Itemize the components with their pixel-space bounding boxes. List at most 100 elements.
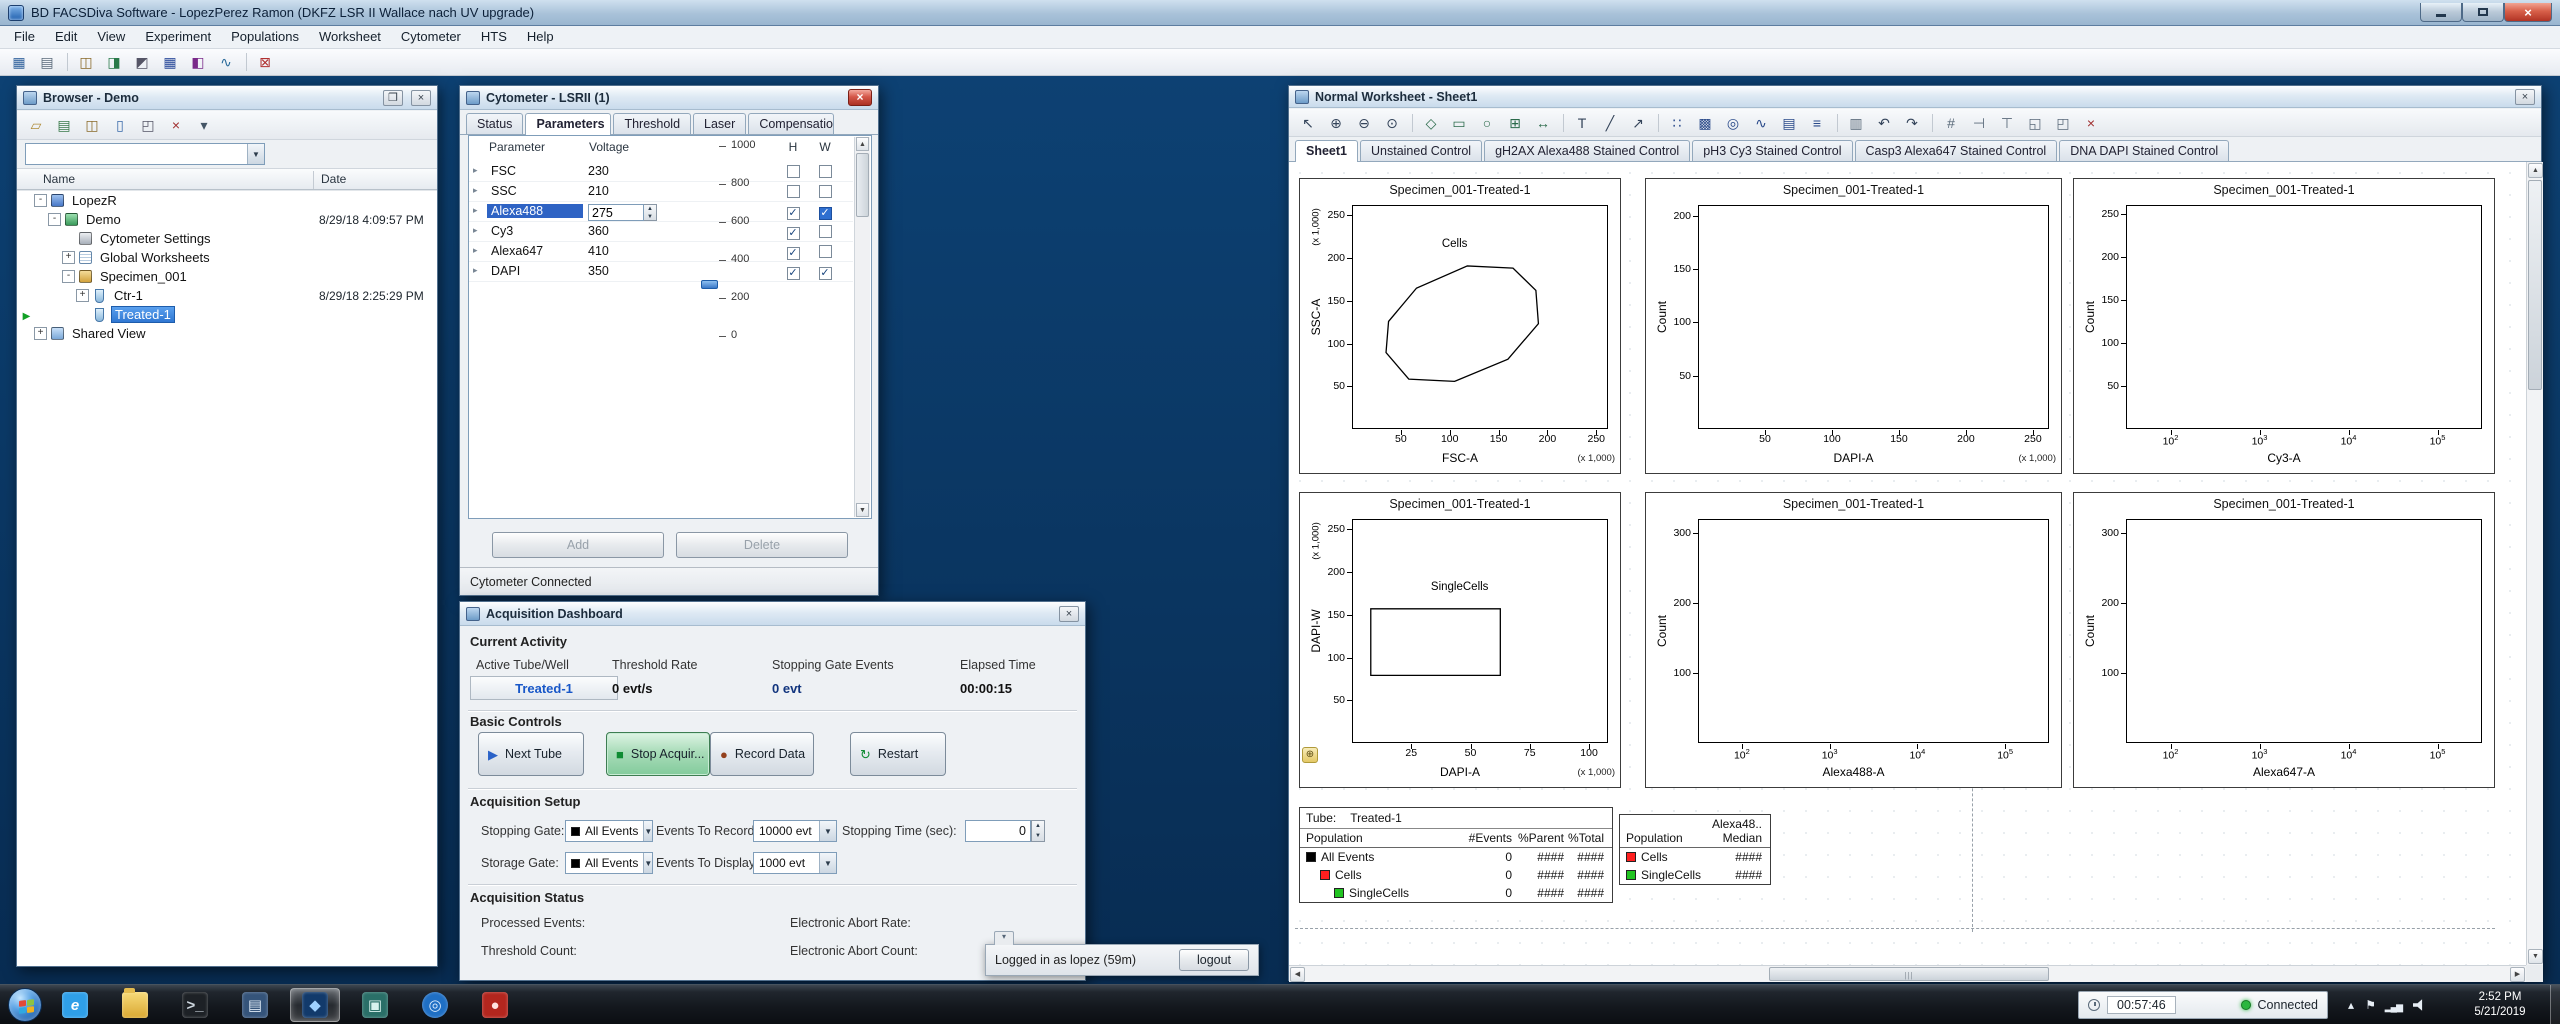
taskbar-network-globe-icon[interactable]: ◎ xyxy=(410,988,460,1022)
voltage-slider-thumb[interactable] xyxy=(701,279,718,289)
taskbar-explorer-folder-icon[interactable] xyxy=(110,988,160,1022)
grid-icon[interactable]: # xyxy=(1938,111,1964,134)
density-plot-icon[interactable]: ▩ xyxy=(1692,111,1718,134)
tree-expander-icon[interactable]: - xyxy=(48,213,61,226)
axis-zoom-icon[interactable]: ⊕ xyxy=(1302,747,1318,763)
arrow-tool-icon[interactable]: ↗ xyxy=(1625,111,1651,134)
voltage-value[interactable]: 230 xyxy=(583,164,693,178)
voltage-value[interactable]: 350 xyxy=(583,264,693,278)
scroll-up-icon[interactable]: ▲ xyxy=(2528,163,2543,178)
quadrant-gate-icon[interactable]: ⊞ xyxy=(1502,111,1528,134)
scrollbar-thumb[interactable] xyxy=(856,153,869,217)
browser-filter-combobox[interactable]: ▼ xyxy=(25,143,265,165)
chevron-down-icon[interactable]: ▼ xyxy=(643,853,653,873)
scrollbar-thumb[interactable] xyxy=(2528,180,2542,390)
scroll-up-icon[interactable]: ▲ xyxy=(856,137,869,151)
menu-experiment[interactable]: Experiment xyxy=(135,26,221,48)
column-header-name[interactable]: Name xyxy=(43,172,75,186)
browser-float-button[interactable]: ❐ xyxy=(383,89,403,106)
delete-object-icon[interactable]: × xyxy=(2078,111,2104,134)
height-checkbox[interactable]: ✓ xyxy=(786,267,800,280)
tree-expander-icon[interactable]: + xyxy=(76,289,89,302)
new-folder-icon[interactable]: ▱ xyxy=(23,114,49,137)
worksheet-vertical-scrollbar[interactable]: ▲ ▼ xyxy=(2526,162,2543,965)
cytometer-titlebar[interactable]: Cytometer - LSRII (1) × xyxy=(460,86,878,110)
new-tube-icon[interactable]: ▯ xyxy=(107,114,133,137)
worksheet-tab-sheet1[interactable]: Sheet1 xyxy=(1295,140,1358,162)
align-left-icon[interactable]: ⊣ xyxy=(1966,111,1992,134)
tree-expander-icon[interactable]: - xyxy=(62,270,75,283)
dashboard-close-button[interactable]: × xyxy=(1059,605,1079,622)
taskbar-internet-explorer-icon[interactable]: e xyxy=(50,988,100,1022)
stopping-time-input[interactable]: 0 xyxy=(965,820,1031,842)
dot-plot-icon[interactable]: ∷ xyxy=(1664,111,1690,134)
parameter-name[interactable]: Alexa488 xyxy=(487,204,583,218)
dashboard-titlebar[interactable]: Acquisition Dashboard × xyxy=(460,602,1085,626)
cytometer-tab-laser[interactable]: Laser xyxy=(693,113,747,134)
zoom-reset-icon[interactable]: ⊙ xyxy=(1379,111,1405,134)
tree-item-cytometer-settings[interactable]: Cytometer Settings xyxy=(17,229,437,248)
tree-item-global-worksheets[interactable]: + Global Worksheets xyxy=(17,248,437,267)
maximize-button[interactable] xyxy=(2462,3,2504,22)
acquisition-dashboard-icon[interactable]: ◧ xyxy=(185,51,211,74)
chevron-down-icon[interactable]: ▼ xyxy=(643,821,653,841)
tree-item-demo[interactable]: - Demo 8/29/18 4:09:57 PM xyxy=(17,210,437,229)
menu-file[interactable]: File xyxy=(4,26,45,48)
delete-icon[interactable]: × xyxy=(163,114,189,137)
taskbar-red-app-icon[interactable]: ● xyxy=(470,988,520,1022)
height-checkbox[interactable]: ✓ xyxy=(786,207,800,220)
width-checkbox[interactable] xyxy=(818,225,832,238)
start-button[interactable] xyxy=(8,988,42,1022)
scroll-left-icon[interactable]: ◀ xyxy=(1290,967,1305,982)
parameter-row-fsc[interactable]: ▸ FSC 230 xyxy=(469,162,853,182)
network-icon[interactable]: ▂▄▆ xyxy=(2385,999,2403,1015)
close-button[interactable]: × xyxy=(2504,3,2552,22)
menu-worksheet[interactable]: Worksheet xyxy=(309,26,391,48)
width-checkbox[interactable]: ✓ xyxy=(818,207,832,220)
worksheet-close-button[interactable]: × xyxy=(2515,88,2535,105)
column-header-date[interactable]: Date xyxy=(321,172,346,186)
taskbar-console-app-icon[interactable]: >_ xyxy=(170,988,220,1022)
polygon-gate-icon[interactable]: ◇ xyxy=(1418,111,1444,134)
voltage-value[interactable]: 360 xyxy=(583,224,693,238)
scroll-down-icon[interactable]: ▼ xyxy=(2528,949,2543,964)
ellipse-gate-icon[interactable]: ○ xyxy=(1474,111,1500,134)
events-to-record-select[interactable]: 10000 evt ▼ xyxy=(753,820,837,842)
median-statistics-table[interactable]: Alexa48.. Population Median Cells #### Single… xyxy=(1619,814,1771,885)
plot-2-dapi-a[interactable]: Specimen_001-Treated-1 50 100 150 200 50 100 15… xyxy=(1645,178,2062,474)
biexponential-editor-icon[interactable]: ∿ xyxy=(213,51,239,74)
align-top-icon[interactable]: ⊤ xyxy=(1994,111,2020,134)
hts-close-icon[interactable]: ⊠ xyxy=(252,51,278,74)
population-hierarchy-icon[interactable]: ≡ xyxy=(1804,111,1830,134)
zoom-in-icon[interactable]: ⊕ xyxy=(1323,111,1349,134)
tree-expander-icon[interactable]: + xyxy=(62,251,75,264)
plot-4-dapi-a[interactable]: Specimen_001-Treated-1 SingleCells 50 100 15… xyxy=(1299,492,1621,788)
parameter-row-cy3[interactable]: ▸ Cy3 360 ✓ xyxy=(469,222,853,242)
print-icon[interactable]: ▤ xyxy=(34,51,60,74)
menu-cytometer[interactable]: Cytometer xyxy=(391,26,471,48)
send-to-back-icon[interactable]: ◰ xyxy=(2050,111,2076,134)
parameter-name[interactable]: FSC xyxy=(487,164,583,178)
chevron-down-icon[interactable]: ▼ xyxy=(819,853,836,873)
menu-view[interactable]: View xyxy=(87,26,135,48)
taskbar-facsdiva-app-icon[interactable]: ◆ xyxy=(290,988,340,1022)
voltage-value[interactable]: 410 xyxy=(583,244,693,258)
worksheet-tab-ph3-cy3-stained-control[interactable]: pH3 Cy3 Stained Control xyxy=(1692,140,1853,161)
height-checkbox[interactable] xyxy=(786,185,800,198)
menu-hts[interactable]: HTS xyxy=(471,26,517,48)
worksheet-icon[interactable]: ▦ xyxy=(157,51,183,74)
menu-populations[interactable]: Populations xyxy=(221,26,309,48)
browser-icon[interactable]: ◫ xyxy=(73,51,99,74)
line-tool-icon[interactable]: ╱ xyxy=(1597,111,1623,134)
plot-frame[interactable] xyxy=(1698,519,2049,743)
taskbar-clock[interactable]: 2:52 PM 5/21/2019 xyxy=(2454,990,2546,1020)
stop-acquiring-button[interactable]: ■ Stop Acquir... xyxy=(606,732,710,776)
median-row-singlecells[interactable]: SingleCells #### xyxy=(1620,866,1770,884)
print-icon[interactable]: ▥ xyxy=(1843,111,1869,134)
height-checkbox[interactable]: ✓ xyxy=(786,227,800,240)
plot-frame[interactable] xyxy=(2126,205,2482,429)
statistics-table[interactable]: Tube: Treated-1 Population #Events %Parent %T… xyxy=(1299,807,1613,903)
worksheet-tab-dna-dapi-stained-control[interactable]: DNA DAPI Stained Control xyxy=(2059,140,2230,161)
tree-item-shared-view[interactable]: + Shared View xyxy=(17,324,437,343)
scrollbar-thumb[interactable]: ||| xyxy=(1769,967,2049,981)
